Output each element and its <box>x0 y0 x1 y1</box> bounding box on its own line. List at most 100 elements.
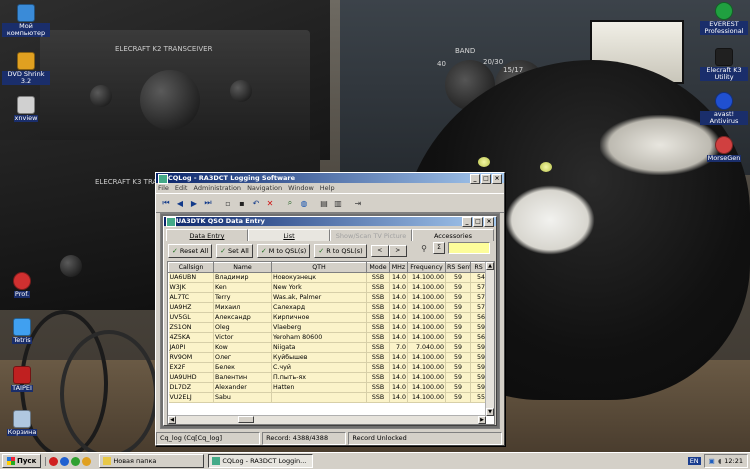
desktop-icon-taipei[interactable]: TAIPEI <box>0 366 46 392</box>
scroll-thumb[interactable] <box>238 416 254 423</box>
app-icon[interactable] <box>158 174 168 184</box>
table-row[interactable]: ZS1ON Oleg Vlaeberg SSB 14.0 14.100.00 59 59 <box>168 322 487 333</box>
desktop-icon-dvd-shrink[interactable]: DVD Shrink 3.2 <box>2 52 50 85</box>
prev-record-icon[interactable]: ◀ <box>174 197 186 209</box>
exit-icon[interactable]: ⇥ <box>352 197 364 209</box>
scroll-up-icon[interactable]: ▲ <box>486 262 494 270</box>
r-to-qsl-button[interactable]: ✓ R to QSL(s) <box>314 244 367 258</box>
cell-name[interactable]: Ken <box>213 282 272 293</box>
quicklaunch-ie-icon[interactable] <box>60 456 70 466</box>
child-app-icon[interactable] <box>166 217 176 227</box>
quicklaunch-player-icon[interactable] <box>82 456 92 466</box>
cell-callsign[interactable]: W3JK <box>168 282 214 293</box>
cell-mode[interactable]: SSB <box>366 392 390 403</box>
tray-volume-icon[interactable]: ◖ <box>718 457 721 465</box>
scroll-down-icon[interactable]: ▼ <box>486 408 494 416</box>
cell-callsign[interactable]: 4Z5KA <box>168 332 214 343</box>
cell-rs-sent[interactable]: 59 <box>445 332 471 343</box>
start-button[interactable]: Пуск <box>2 454 42 468</box>
table-row[interactable]: UA6UBN Владимир Новокузнецк SSB 14.0 14.100.0… <box>168 272 487 283</box>
filter-input[interactable] <box>448 242 490 254</box>
cell-frequency[interactable]: 14.100.00 <box>407 332 446 343</box>
cell-qth[interactable]: Vlaeberg <box>271 322 367 333</box>
cell-callsign[interactable]: DL7DZ <box>168 382 214 393</box>
tab-accessories[interactable]: Accessories <box>412 229 494 241</box>
cell-callsign[interactable]: RV9OM <box>168 352 214 363</box>
desktop-icon-morsegen[interactable]: MorseGen <box>700 136 748 162</box>
undo-icon[interactable]: ↶ <box>250 197 262 209</box>
cell-mode[interactable]: SSB <box>366 332 390 343</box>
column-header[interactable]: Frequency <box>407 262 446 273</box>
cell-name[interactable]: Владимир <box>213 272 272 283</box>
column-header[interactable]: Mode <box>366 262 390 273</box>
cell-name[interactable]: Victor <box>213 332 272 343</box>
close-button[interactable]: × <box>492 174 502 184</box>
cell-rs-sent[interactable]: 59 <box>445 362 471 373</box>
cell-frequency[interactable]: 14.100.00 <box>407 382 446 393</box>
cell-rs-sent[interactable]: 59 <box>445 292 471 303</box>
cell-mhz[interactable]: 14.0 <box>389 382 408 393</box>
nav-right-button[interactable]: > <box>388 245 407 257</box>
column-header[interactable]: RS Sent <box>445 262 471 273</box>
cell-qth[interactable]: Новокузнецк <box>271 272 367 283</box>
cell-frequency[interactable]: 14.100.00 <box>407 282 446 293</box>
horizontal-scrollbar[interactable]: ◀ ▶ <box>168 415 486 424</box>
tray-clock[interactable]: 12:21 <box>724 457 743 465</box>
qso-list-grid[interactable]: Callsign Name QTH Mode MHz Frequency RS Sent RS… <box>167 261 495 425</box>
first-record-icon[interactable]: ⏮ <box>160 197 172 209</box>
reset-all-button[interactable]: ✓ Reset All <box>168 244 213 258</box>
column-header[interactable]: QTH <box>271 262 367 273</box>
new-record-icon[interactable]: ▫ <box>222 197 234 209</box>
cell-name[interactable]: Александр <box>213 312 272 323</box>
qso-data-entry-window[interactable]: UA3DTK QSO Data Entry _ □ × Data Entry L… <box>163 216 497 426</box>
desktop-icon-my-computer[interactable]: Мой компьютер <box>2 4 50 37</box>
menu-edit[interactable]: Edit <box>175 183 188 193</box>
desktop-icon-xnview[interactable]: xnview <box>2 96 50 122</box>
sum-button[interactable]: Σ <box>433 242 445 254</box>
print-icon[interactable]: ▤ <box>318 197 330 209</box>
cell-qth[interactable]: Салехард <box>271 302 367 313</box>
cell-mode[interactable]: SSB <box>366 292 390 303</box>
cell-mode[interactable]: SSB <box>366 362 390 373</box>
cqlog-main-window[interactable]: CQLog - RA3DCT Logging Software _ □ × Fi… <box>155 172 505 446</box>
cell-mode[interactable]: SSB <box>366 382 390 393</box>
cell-qth[interactable]: Кирпичное <box>271 312 367 323</box>
cell-callsign[interactable]: UA9HZ <box>168 302 214 313</box>
cell-rs-sent[interactable]: 59 <box>445 272 471 283</box>
child-titlebar[interactable]: UA3DTK QSO Data Entry _ □ × <box>164 217 496 227</box>
cell-mode[interactable]: SSB <box>366 272 390 283</box>
column-header[interactable]: Name <box>213 262 272 273</box>
cell-mhz[interactable]: 14.0 <box>389 302 408 313</box>
table-row[interactable]: AL7TC Terry Was.ak, Palmer SSB 14.0 14.100.00… <box>168 292 487 303</box>
cell-frequency[interactable]: 14.100.00 <box>407 272 446 283</box>
cell-rs-sent[interactable]: 59 <box>445 312 471 323</box>
minimize-button[interactable]: _ <box>470 174 480 184</box>
column-header[interactable]: MHz <box>389 262 408 273</box>
cell-name[interactable]: Олег <box>213 352 272 363</box>
cell-name[interactable]: Terry <box>213 292 272 303</box>
cell-mhz[interactable]: 14.0 <box>389 362 408 373</box>
m-to-qsl-button[interactable]: ✓ M to QSL(s) <box>256 244 311 258</box>
cell-rs-sent[interactable]: 59 <box>445 392 471 403</box>
cell-mhz[interactable]: 14.0 <box>389 352 408 363</box>
table-row[interactable]: UA9HZ Михаил Салехард SSB 14.0 14.100.00 59 57 <box>168 302 487 313</box>
cell-qth[interactable]: Was.ak, Palmer <box>271 292 367 303</box>
cell-name[interactable]: Alexander <box>213 382 272 393</box>
cell-qth[interactable]: С.чуй <box>271 362 367 373</box>
cell-qth[interactable]: Yeroham 80600 <box>271 332 367 343</box>
cell-callsign[interactable]: ZS1ON <box>168 322 214 333</box>
cell-rs-sent[interactable]: 59 <box>445 342 471 353</box>
cell-mode[interactable]: SSB <box>366 322 390 333</box>
cell-frequency[interactable]: 14.100.00 <box>407 312 446 323</box>
cell-rs-sent[interactable]: 59 <box>445 282 471 293</box>
cell-mode[interactable]: SSB <box>366 352 390 363</box>
cell-qth[interactable]: New York <box>271 282 367 293</box>
cell-mode[interactable]: SSB <box>366 342 390 353</box>
menu-help[interactable]: Help <box>320 183 335 193</box>
desktop-icon-prof[interactable]: Prof. <box>0 272 46 298</box>
cell-callsign[interactable]: UA6UBN <box>168 272 214 283</box>
cell-mhz[interactable]: 14.0 <box>389 292 408 303</box>
cell-callsign[interactable]: EX2F <box>168 362 214 373</box>
cell-name[interactable]: Белек <box>213 362 272 373</box>
child-close-button[interactable]: × <box>484 217 494 227</box>
